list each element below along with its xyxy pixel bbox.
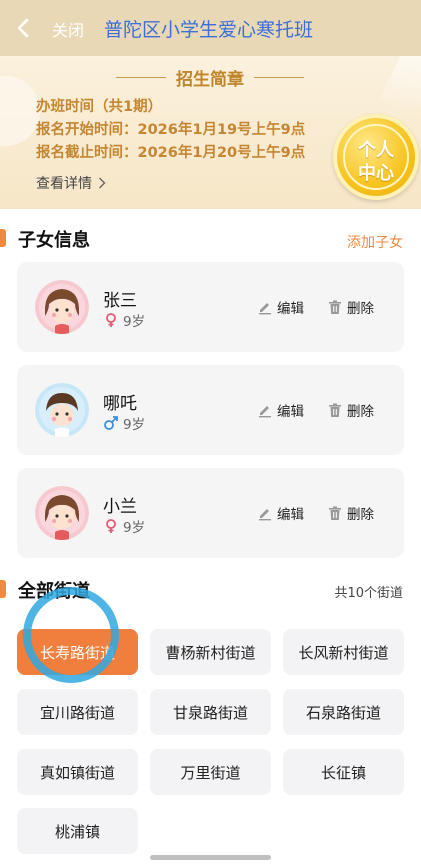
add-child-button[interactable]: 添加子女: [347, 232, 403, 252]
street-option[interactable]: 宜川路街道: [17, 689, 138, 735]
delete-button[interactable]: 删除: [327, 297, 374, 317]
street-option[interactable]: 长征镇: [283, 749, 404, 795]
banner-decoration: [380, 56, 421, 116]
start-time-text: 报名开始时间：2026年1月19号上午9点: [36, 122, 306, 138]
delete-label: 删除: [347, 404, 374, 420]
banner-heading: 招生简章: [176, 69, 244, 90]
child-meta: 9岁: [103, 310, 145, 330]
child-age: 9岁: [123, 417, 146, 433]
delete-button[interactable]: 删除: [327, 503, 374, 523]
female-icon: [106, 313, 116, 327]
edit-icon: [259, 406, 271, 418]
street-option[interactable]: 真如镇街道: [17, 749, 138, 795]
delete-button[interactable]: 删除: [327, 400, 374, 420]
female-icon: [106, 519, 116, 533]
section-marker: [0, 229, 6, 247]
street-option[interactable]: 曹杨新村街道: [150, 629, 271, 675]
edit-label: 编辑: [277, 404, 304, 420]
child-meta: 9岁: [103, 413, 145, 433]
trash-icon: [329, 506, 341, 520]
street-option[interactable]: 长寿路街道: [17, 629, 138, 675]
session-text: 办班时间（共1期）: [36, 99, 163, 115]
delete-label: 删除: [347, 507, 374, 523]
page-title: 普陀区小学生爱心寒托班: [104, 19, 314, 41]
personal-center-label-line2: 中心: [358, 163, 394, 184]
child-age: 9岁: [123, 314, 146, 330]
delete-label: 删除: [347, 301, 374, 317]
chevron-right-icon: [99, 177, 106, 189]
section-marker: [0, 580, 6, 598]
home-indicator[interactable]: [150, 855, 271, 860]
male-icon: [104, 416, 118, 430]
edit-button[interactable]: 编辑: [257, 297, 304, 317]
child-name: 张三: [103, 291, 137, 311]
avatar: [35, 383, 89, 437]
personal-center-button[interactable]: 个人 中心: [333, 114, 419, 200]
edit-icon: [259, 509, 271, 521]
child-card: 小兰 9岁 编辑 删除: [17, 468, 404, 558]
close-button[interactable]: 关闭: [52, 17, 84, 41]
street-option[interactable]: 长风新村街道: [283, 629, 404, 675]
street-count: 共10个街道: [334, 586, 403, 601]
children-section-title: 子女信息: [18, 230, 90, 251]
trash-icon: [329, 403, 341, 417]
edit-label: 编辑: [277, 507, 304, 523]
end-time-text: 报名截止时间：2026年1月20号上午9点: [36, 145, 306, 161]
banner-decoration: [0, 76, 40, 146]
edit-button[interactable]: 编辑: [257, 503, 304, 523]
child-meta: 9岁: [103, 516, 145, 536]
top-bar: 关闭 普陀区小学生爱心寒托班: [0, 0, 421, 56]
streets-section-title: 全部街道: [18, 581, 90, 602]
street-option[interactable]: 桃浦镇: [17, 808, 138, 854]
street-option[interactable]: 万里街道: [150, 749, 271, 795]
view-details-label: 查看详情: [36, 176, 92, 192]
edit-label: 编辑: [277, 301, 304, 317]
child-card: 张三 9岁 编辑 删除: [17, 262, 404, 352]
view-details-link[interactable]: 查看详情: [36, 173, 106, 193]
street-option[interactable]: 甘泉路街道: [150, 689, 271, 735]
divider: [254, 76, 304, 78]
child-card: 哪吒 9岁 编辑 删除: [17, 365, 404, 455]
edit-icon: [259, 303, 271, 315]
child-age: 9岁: [123, 520, 146, 536]
child-name: 小兰: [103, 497, 137, 517]
banner-heading-wrap: 招生简章: [110, 64, 310, 90]
chevron-left-icon[interactable]: [12, 16, 36, 40]
divider: [116, 76, 166, 78]
street-option[interactable]: 石泉路街道: [283, 689, 404, 735]
avatar: [35, 280, 89, 334]
avatar: [35, 486, 89, 540]
child-name: 哪吒: [103, 394, 137, 414]
edit-button[interactable]: 编辑: [257, 400, 304, 420]
trash-icon: [329, 300, 341, 314]
